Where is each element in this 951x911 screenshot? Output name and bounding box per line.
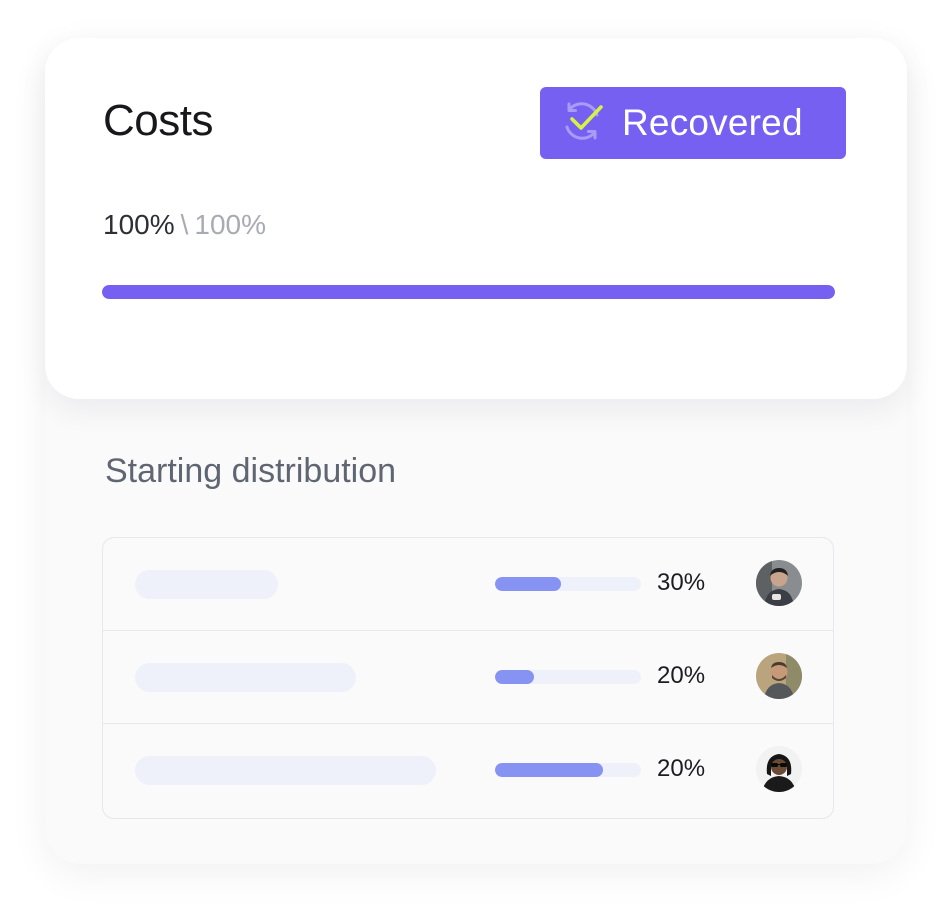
avatar (756, 560, 802, 606)
check-sync-icon (558, 97, 606, 150)
ratio-separator: \ (180, 209, 189, 240)
costs-progress-bar (102, 285, 835, 299)
badge-label: Recovered (622, 102, 803, 143)
table-row: 20% (103, 631, 833, 724)
name-placeholder (135, 570, 278, 599)
avatar (756, 746, 802, 792)
share-label: 20% (657, 662, 706, 689)
share-label: 20% (657, 755, 706, 782)
costs-card: Costs Recovered 100% \ 100% (45, 38, 907, 399)
table-row: 20% (103, 724, 833, 817)
ratio-total: 100% (194, 209, 267, 240)
name-placeholder (135, 663, 356, 692)
costs-ratio: 100% \ 100% (103, 209, 266, 241)
share-bar (495, 763, 641, 777)
name-placeholder (135, 756, 436, 785)
share-label: 30% (657, 569, 706, 596)
table-row: 30% (103, 538, 833, 631)
distribution-title: Starting distribution (105, 452, 397, 490)
share-bar-fill (495, 763, 604, 777)
share-bar (495, 670, 641, 684)
costs-progress-fill (102, 285, 835, 299)
share-bar (495, 577, 641, 591)
share-bar-fill (495, 577, 561, 591)
recovered-badge: Recovered (540, 87, 846, 159)
distribution-table: 30% 20% 20% (102, 537, 834, 819)
avatar (756, 653, 802, 699)
costs-title: Costs (103, 96, 213, 145)
share-bar-fill (495, 670, 535, 684)
ratio-current: 100% (103, 209, 175, 240)
